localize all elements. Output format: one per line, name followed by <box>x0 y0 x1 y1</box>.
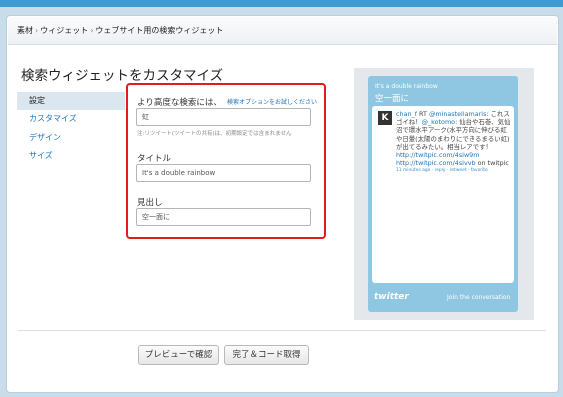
tweet-mention-link[interactable]: @minastellamaris <box>429 110 486 118</box>
query-label: より高度な検索には、 <box>137 98 222 108</box>
tweet-text-part: on twitpic <box>475 159 509 168</box>
tweet-photo-link[interactable]: http://twitpic.com/4slvvb <box>396 159 476 167</box>
divider <box>18 330 546 331</box>
tweet-mention-link[interactable]: @_kotomo <box>422 118 456 126</box>
tweet-photo-link[interactable]: http://twitpic.com/4slw9m <box>396 151 479 159</box>
breadcrumb: 素材 › ウィジェット › ウェブサイト用の検索ウィジェット <box>8 17 557 45</box>
tweet-text: chan_f RT @minastellamaris: これスゴイね！@_kot… <box>396 110 512 174</box>
avatar: K <box>378 111 392 125</box>
tweet-meta[interactable]: 11 minutes ago · reply · retweet · favor… <box>396 168 512 174</box>
search-query-input[interactable]: 虹 <box>136 108 311 126</box>
caption-input[interactable]: 空一面に <box>136 208 311 226</box>
sidebar-item-customize[interactable]: カスタマイズ <box>17 110 125 128</box>
title-input[interactable]: It's a double rainbow <box>136 164 311 182</box>
caption-label: 見出し <box>137 198 163 208</box>
join-conversation-link[interactable]: Join the conversation <box>447 294 510 301</box>
sidebar-item-settings[interactable]: 設定 <box>17 92 125 110</box>
widget-title: It's a double rainbow <box>375 83 438 90</box>
advanced-search-link[interactable]: 検索オプションをお試しください <box>227 97 317 106</box>
retweet-note: 注:リツイート(ツイートの共有)は、初期設定では含まれません <box>137 131 292 137</box>
sidebar-item-size[interactable]: サイズ <box>17 147 125 165</box>
title-label: タイトル <box>137 154 172 164</box>
twitter-logo: twitter <box>374 292 409 302</box>
done-get-code-button[interactable]: 完了＆コード取得 <box>224 345 309 365</box>
tweet-user-link[interactable]: chan_f <box>396 110 417 118</box>
tweet-text-part: RT <box>416 110 429 118</box>
breadcrumb-item-search-widget: ウェブサイト用の検索ウィジェット <box>95 26 224 35</box>
top-accent-bar <box>0 0 563 7</box>
breadcrumb-item-widgets[interactable]: ウィジェット <box>40 26 88 35</box>
widget-caption: 空一面に <box>375 94 410 104</box>
sidebar-item-design[interactable]: デザイン <box>17 129 125 147</box>
breadcrumb-item-materials[interactable]: 素材 <box>17 26 33 35</box>
page-title: 検索ウィジェットをカスタマイズ <box>21 68 224 84</box>
preview-button[interactable]: プレビューで確認 <box>138 345 219 365</box>
